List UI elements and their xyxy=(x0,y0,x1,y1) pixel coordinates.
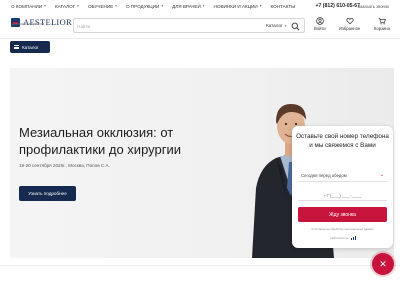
chevron-down-icon: ▾ xyxy=(202,4,205,8)
favorites-label: Избранное xyxy=(339,26,361,31)
learn-more-button[interactable]: Узнать подробнее xyxy=(19,186,76,201)
nav-item-label: КАТАЛОГ xyxy=(54,3,76,9)
search-category-label: Каталог xyxy=(266,23,283,28)
phone-number[interactable]: +7 (812) 610-05-67 xyxy=(315,3,360,9)
login-button[interactable]: Войти xyxy=(314,17,326,31)
form-title: Оставьте свой номер телефона и мы свяжем… xyxy=(296,133,389,149)
nav-item-label: ДЛЯ ВРАЧЕЙ xyxy=(172,3,201,9)
bars-icon xyxy=(351,236,357,240)
nav-item-catalog[interactable]: КАТАЛОГ ▾ xyxy=(55,4,79,9)
widget-brand: callbackhunter xyxy=(330,236,357,240)
nav-item-label: О КОМПАНИИ xyxy=(11,3,43,9)
consent-link[interactable]: Я согласен на обработку персональных дан… xyxy=(298,227,387,231)
banner-meta: 19-20 сентября 2026г., Москва, Попов С.А… xyxy=(19,163,110,168)
chevron-down-icon: ▾ xyxy=(283,24,287,28)
chevron-down-icon: ▾ xyxy=(259,4,262,8)
chevron-down-icon: ⌄ xyxy=(379,172,384,178)
menu-icon xyxy=(14,45,19,49)
cart-button[interactable]: Корзина xyxy=(374,17,390,31)
header-divider xyxy=(0,38,400,39)
chevron-down-icon: ▾ xyxy=(115,4,117,8)
favorites-button[interactable]: Избранное xyxy=(339,17,360,31)
search-bar: Каталог ▾ xyxy=(73,18,305,33)
chevron-down-icon: ▾ xyxy=(77,4,79,8)
section-divider xyxy=(0,265,400,266)
nav-item-contacts[interactable]: КОНТАКТЫ xyxy=(270,4,295,9)
cart-icon xyxy=(378,17,386,25)
search-input[interactable] xyxy=(77,21,257,31)
widget-brand-label: callbackhunter xyxy=(330,236,350,240)
submit-call-button[interactable]: Жду звонка xyxy=(298,207,387,222)
call-time-value: Сегодня перед обедом xyxy=(301,173,347,178)
nav-item-label: НОВИНКИ И АКЦИИ xyxy=(213,3,258,9)
nav-item-products[interactable]: О ПРОДУКЦИИ ▾ xyxy=(126,4,163,9)
heart-icon xyxy=(346,18,354,25)
widget-close-button[interactable]: ✕ xyxy=(372,253,394,275)
search-category-select[interactable]: Каталог ▾ xyxy=(266,23,286,28)
nav-item-label: О ПРОДУКЦИИ xyxy=(125,3,160,9)
nav-item-label: КОНТАКТЫ xyxy=(270,3,296,9)
header: AESTELIOR для ваших пациентов Каталог ▾ … xyxy=(0,12,400,38)
chevron-down-icon: ▾ xyxy=(161,4,164,8)
callback-link[interactable]: Заказать звонок xyxy=(358,4,389,9)
login-label: Войти xyxy=(314,26,326,31)
user-icon xyxy=(316,17,324,25)
nav-item-education[interactable]: ОБУЧЕНИЕ ▾ xyxy=(88,4,117,9)
phone-input[interactable] xyxy=(298,190,387,201)
nav-item-news[interactable]: НОВИНКИ И АКЦИИ ▾ xyxy=(214,4,262,9)
logo-tagline: для ваших пациентов xyxy=(12,22,45,26)
chevron-down-icon: ▾ xyxy=(44,4,46,8)
search-icon[interactable] xyxy=(291,22,300,31)
callback-form: Оставьте свой номер телефона и мы свяжем… xyxy=(292,126,393,248)
close-icon: ✕ xyxy=(379,258,387,269)
call-time-select[interactable]: Сегодня перед обедом ⌄ xyxy=(298,170,387,182)
nav-item-company[interactable]: О КОМПАНИИ ▾ xyxy=(11,4,46,9)
catalog-button-label: Каталог xyxy=(22,44,39,50)
nav-item-label: ОБУЧЕНИЕ xyxy=(87,3,114,9)
banner-title: Мезиальная окклюзия: от профилактики до … xyxy=(19,125,182,157)
catalog-button[interactable]: Каталог xyxy=(10,41,50,53)
cart-label: Корзина xyxy=(374,26,390,31)
nav-item-doctors[interactable]: ДЛЯ ВРАЧЕЙ ▾ xyxy=(172,4,204,9)
